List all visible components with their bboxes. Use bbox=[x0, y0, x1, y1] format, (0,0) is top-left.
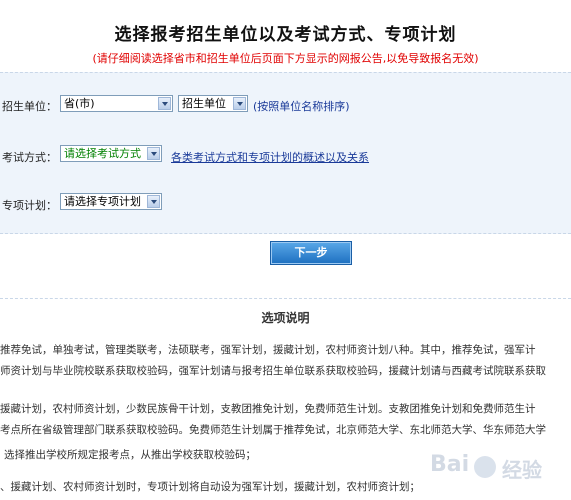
note-line: 师资计划与毕业院校联系获取校验码，强军计划请与报考招生单位联系获取校验码，援藏计… bbox=[0, 365, 546, 377]
sort-by-name-link[interactable]: (按照单位名称排序) bbox=[253, 98, 350, 114]
chevron-down-icon bbox=[233, 97, 246, 110]
note-line: 考点所在省级管理部门联系获取校验码。免费师范生计划属于推荐免试，北京师范大学、东… bbox=[0, 424, 546, 436]
chevron-down-icon bbox=[158, 97, 171, 110]
unit-label: 招生单位： bbox=[2, 100, 57, 113]
chevron-down-icon bbox=[147, 195, 160, 208]
special-plan-select-value: 请选择专项计划 bbox=[64, 195, 141, 208]
note-line: 选择推出学校所规定报考点，从推出学校获取校验码； bbox=[4, 449, 256, 461]
note-line: 推荐免试，单独考试，管理类联考，法硕联考，强军计划，援藏计划，农村师资计划八种。… bbox=[0, 344, 536, 356]
plan-label: 专项计划： bbox=[2, 199, 57, 212]
exam-method-select-value: 请选择考试方式 bbox=[64, 147, 141, 160]
unit-select-value: 招生单位 bbox=[182, 97, 226, 110]
section-divider bbox=[0, 298, 571, 299]
chevron-down-icon bbox=[147, 147, 160, 160]
unit-select[interactable]: 招生单位 bbox=[178, 95, 248, 112]
selection-form: 招生单位： 省(市) 招生单位 (按照单位名称排序) 考试方式： 请选择考试方式… bbox=[0, 72, 571, 234]
watermark-text: Bai bbox=[430, 452, 470, 477]
note-line: 援藏计划，农村师资计划，少数民族骨干计划，支教团推免计划，免费师范生计划。支教团… bbox=[0, 403, 536, 415]
province-select[interactable]: 省(市) bbox=[60, 95, 173, 112]
next-step-button[interactable]: 下一步 bbox=[270, 241, 352, 265]
paw-icon bbox=[474, 456, 496, 478]
special-plan-select[interactable]: 请选择专项计划 bbox=[60, 193, 162, 210]
watermark-suffix: 经验 bbox=[502, 458, 542, 482]
baidu-jingyan-watermark: Bai 经验 bbox=[430, 448, 565, 488]
exam-method-select[interactable]: 请选择考试方式 bbox=[60, 145, 162, 162]
exam-help-link[interactable]: 各类考试方式和专项计划的概述以及关系 bbox=[171, 149, 369, 165]
exam-label: 考试方式： bbox=[2, 151, 57, 164]
notes-title: 选项说明 bbox=[261, 311, 310, 325]
notice-text: (请仔细阅读选择省市和招生单位后页面下方显示的网报公告,以免导致报名无效) bbox=[92, 52, 479, 65]
note-line: 、援藏计划、农村师资计划时，专项计划将自动设为强军计划，援藏计划，农村师资计划； bbox=[0, 481, 420, 493]
province-select-value: 省(市) bbox=[64, 97, 95, 110]
page-title: 选择报考招生单位以及考试方式、专项计划 bbox=[114, 25, 457, 45]
